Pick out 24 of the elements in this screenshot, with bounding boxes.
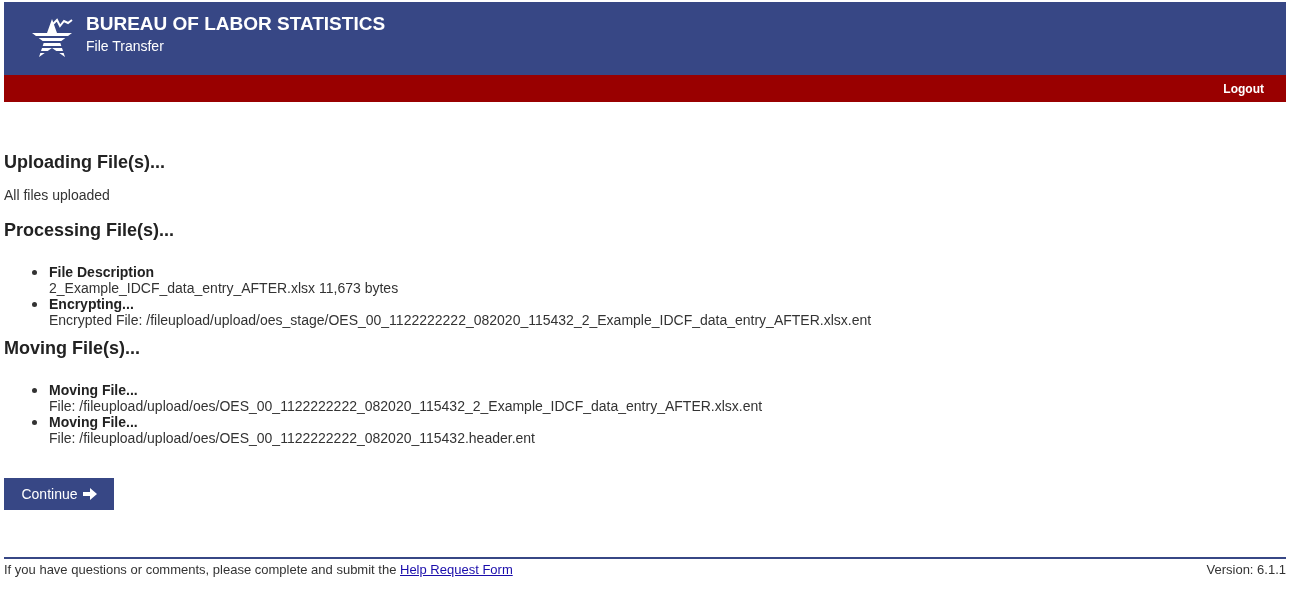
item-detail: Encrypted File: /fileupload/upload/oes_stage/OES_00_1122222222_082020_115432_2_Example_IDCF_data_entry_AFTER.xlsx.ent (49, 312, 872, 328)
bullet-icon (32, 420, 37, 425)
item-detail: 2_Example_IDCF_data_entry_AFTER.xlsx 11,673 bytes (49, 280, 399, 296)
arrow-right-icon (82, 488, 97, 500)
bullet-icon (32, 388, 37, 393)
status-text: All files uploaded (4, 186, 111, 204)
section-heading: Uploading File(s)... (4, 151, 166, 174)
help-request-link[interactable]: Help Request Form (400, 562, 513, 577)
version-text: Version: 6.1.1 (1206, 561, 1286, 579)
bullet-icon (32, 302, 37, 307)
footer-text: If you have questions or comments, please complete and submit the Help Request Form (4, 561, 513, 579)
section-heading: Moving File(s)... (4, 337, 141, 360)
item-title: File Description (49, 264, 156, 280)
section-heading: Processing File(s)... (4, 219, 176, 242)
logout-link[interactable]: Logout (1223, 79, 1264, 98)
bullet-icon (32, 270, 37, 275)
site-subtitle: File Transfer (86, 36, 165, 56)
item-detail: File: /fileupload/upload/oes/OES_00_1122222222_082020_115432_2_Example_IDCF_data_entry_AFTER.xlsx.ent (49, 398, 763, 414)
item-title: Moving File... (49, 414, 139, 430)
continue-button[interactable]: Continue (4, 478, 114, 510)
site-title: BUREAU OF LABOR STATISTICS (86, 11, 386, 36)
item-title: Moving File... (49, 382, 139, 398)
item-title: Encrypting... (49, 296, 135, 312)
item-detail: File: /fileupload/upload/oes/OES_00_1122222222_082020_115432.header.ent (49, 430, 535, 446)
